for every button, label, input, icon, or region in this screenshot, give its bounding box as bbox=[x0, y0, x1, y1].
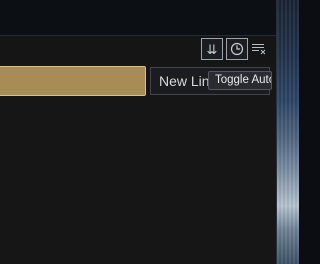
desktop-background bbox=[277, 0, 299, 264]
console-input[interactable] bbox=[0, 66, 146, 96]
toggle-autoscroll-button[interactable] bbox=[226, 38, 248, 60]
autoscroll-tooltip: Toggle Autoscro bbox=[208, 71, 272, 90]
app-window: ⇊ New Lin Toggle Autoscro bbox=[0, 0, 299, 264]
tooltip-text: Toggle Autoscro bbox=[215, 74, 271, 86]
console-toolbar: ⇊ bbox=[0, 36, 276, 64]
double-chevron-down-icon: ⇊ bbox=[206, 41, 218, 57]
clock-icon bbox=[230, 42, 244, 56]
clear-console-button[interactable] bbox=[251, 42, 267, 56]
clear-lines-icon bbox=[252, 44, 266, 55]
new-line-button-label: New Lin bbox=[159, 73, 210, 89]
window-header bbox=[0, 0, 276, 36]
scroll-to-bottom-button[interactable]: ⇊ bbox=[201, 38, 223, 60]
